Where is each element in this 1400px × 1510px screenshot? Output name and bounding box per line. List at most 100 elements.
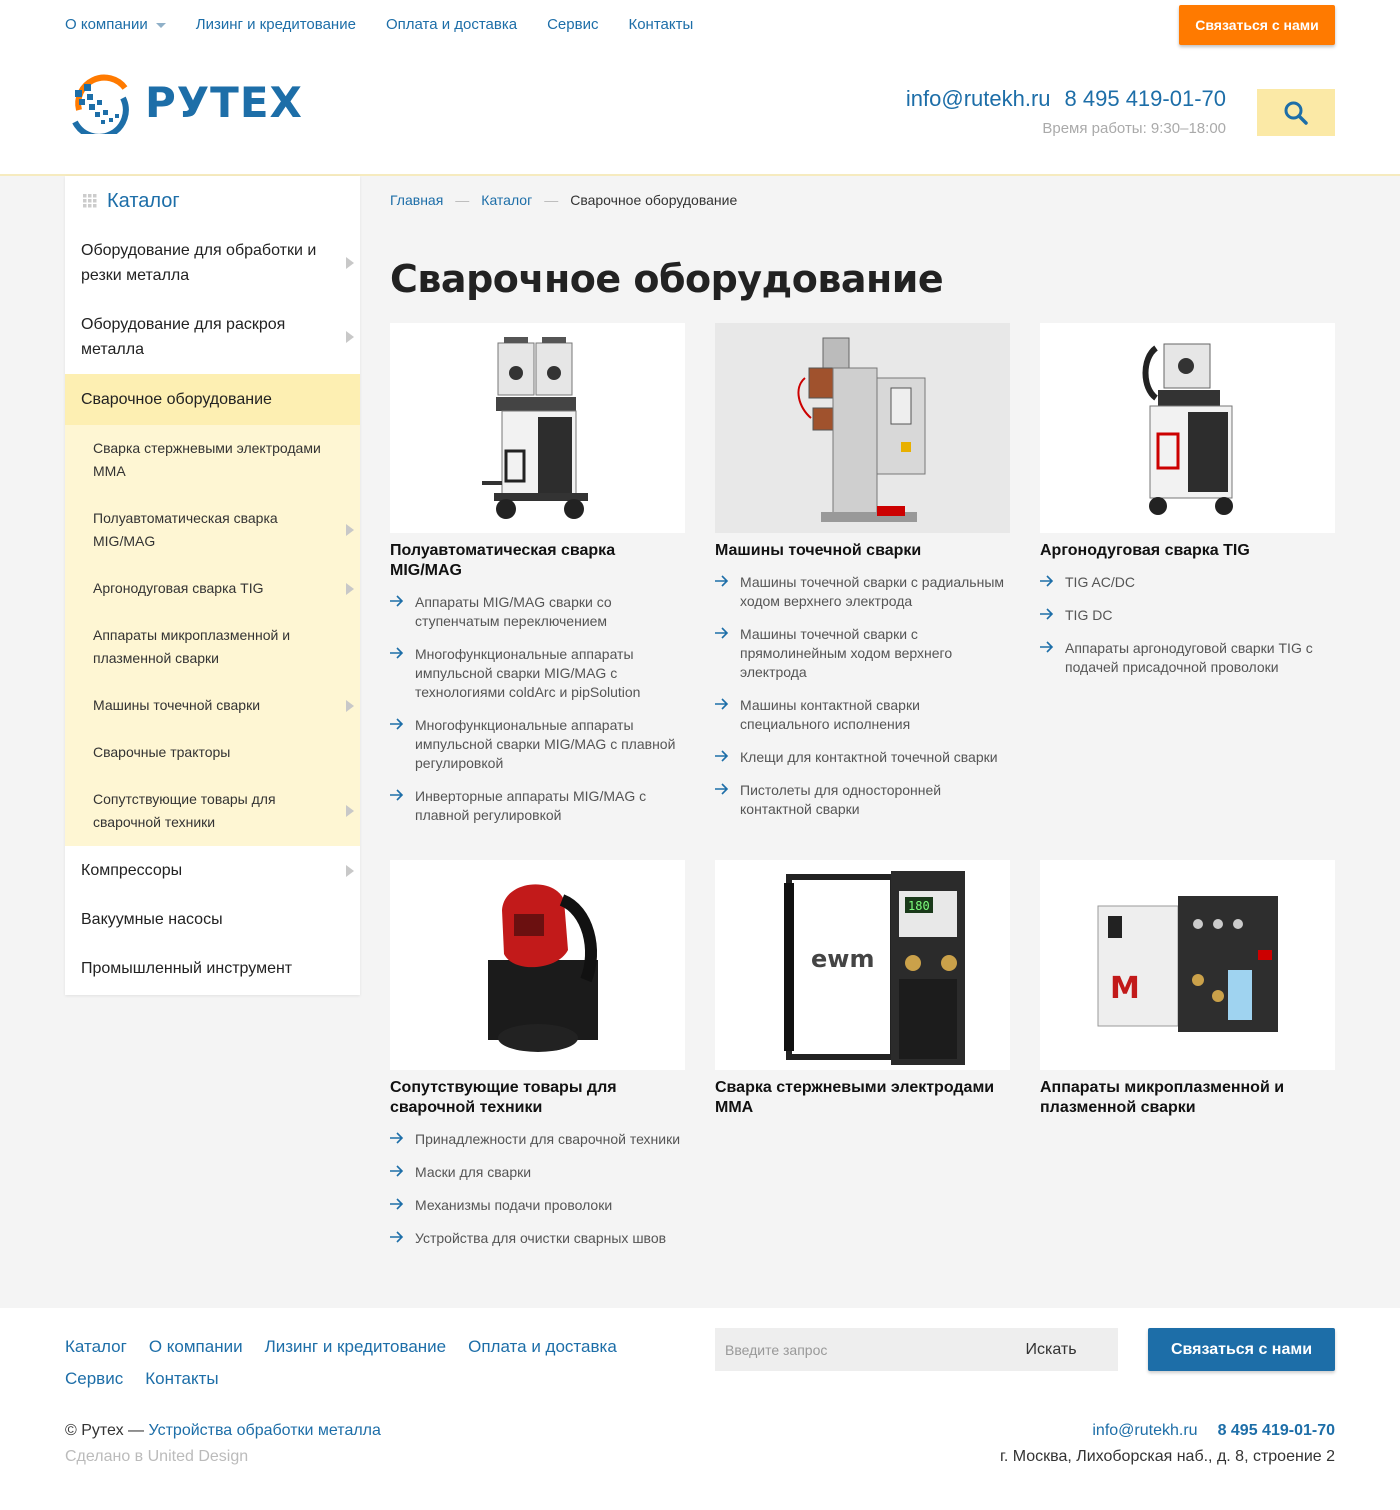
card-link[interactable]: TIG AC/DC: [1040, 573, 1335, 592]
footer-nav-about[interactable]: О компании: [149, 1336, 243, 1358]
made-by[interactable]: Сделано в United Design: [65, 1448, 248, 1466]
footer-nav-leasing[interactable]: Лизинг и кредитование: [265, 1336, 447, 1358]
mma-welder-image: 180 ewm: [783, 870, 965, 1065]
copyright-link[interactable]: Устройства обработки металла: [149, 1422, 381, 1439]
sidebar-submenu: Сварка стержневыми электродами MMA Полуа…: [65, 425, 360, 846]
card-link-label: Машины точечной сварки с радиальным ходо…: [740, 574, 1005, 609]
nav-contacts[interactable]: Контакты: [628, 16, 693, 33]
sidebar-subitem-spot[interactable]: Машины точечной сварки: [65, 682, 360, 729]
sidebar-item-label: Промышленный инструмент: [81, 960, 293, 977]
logo-emblem-icon: [72, 74, 129, 134]
card-title[interactable]: Аргонодуговая сварка TIG: [1040, 541, 1335, 561]
nav-leasing[interactable]: Лизинг и кредитование: [196, 16, 356, 33]
card-title[interactable]: Сварка стержневыми электродами MMA: [715, 1078, 1010, 1118]
card-link[interactable]: Принадлежности для сварочной техники: [390, 1130, 685, 1149]
card-title[interactable]: Сопутствующие товары для сварочной техни…: [390, 1078, 685, 1118]
chevron-right-icon: [346, 331, 354, 343]
sidebar-item-metalworking[interactable]: Оборудование для обработки и резки метал…: [65, 226, 360, 300]
card-link[interactable]: Машины контактной сварки специального ис…: [715, 696, 1010, 734]
footer-search-button[interactable]: Искать: [984, 1341, 1118, 1359]
sidebar-subitem-mma[interactable]: Сварка стержневыми электродами MMA: [65, 425, 360, 495]
arrow-right-icon: [1040, 641, 1054, 653]
sidebar-item-welding[interactable]: Сварочное оборудование: [65, 374, 360, 425]
card-link[interactable]: Аппараты MIG/MAG сварки со ступенчатым п…: [390, 593, 685, 631]
footer-email[interactable]: info@rutekh.ru: [1092, 1422, 1197, 1439]
product-image[interactable]: [715, 323, 1010, 533]
page-title: Сварочное оборудование: [390, 257, 944, 301]
sidebar-subitem-plasma[interactable]: Аппараты микроплазменной и плазменной св…: [65, 612, 360, 682]
nav-about[interactable]: О компании: [65, 16, 166, 33]
card-links: Принадлежности для сварочной техники Мас…: [390, 1130, 685, 1248]
sidebar-item-cutting[interactable]: Оборудование для раскроя металла: [65, 300, 360, 374]
card-links: TIG AC/DC TIG DC Аппараты аргонодуговой …: [1040, 573, 1335, 677]
footer-phone[interactable]: 8 495 419-01-70: [1218, 1422, 1335, 1439]
chevron-right-icon: [346, 524, 354, 536]
header-phone[interactable]: 8 495 419-01-70: [1065, 86, 1226, 111]
sidebar-item-compressors[interactable]: Компрессоры: [65, 846, 360, 895]
category-card-mma: 180 ewm Сварка стержневыми электродами M…: [715, 860, 1010, 1118]
arrow-right-icon: [715, 575, 729, 587]
card-link[interactable]: Пистолеты для односторонней контактной с…: [715, 781, 1010, 819]
header-search-button[interactable]: [1257, 89, 1335, 136]
card-title[interactable]: Машины точечной сварки: [715, 541, 1010, 561]
card-link[interactable]: Маски для сварки: [390, 1163, 685, 1182]
footer-nav-catalog[interactable]: Каталог: [65, 1336, 127, 1358]
card-link[interactable]: Механизмы подачи проволоки: [390, 1196, 685, 1215]
card-link[interactable]: Машины точечной сварки с прямолинейным х…: [715, 625, 1010, 682]
tig-welder-image: [1142, 343, 1233, 515]
m-brand-mark: M: [1110, 971, 1140, 1006]
sidebar-subitem-label: Аргонодуговая сварка TIG: [93, 580, 264, 596]
card-link[interactable]: Аппараты аргонодуговой сварки TIG с пода…: [1040, 639, 1335, 677]
footer-contact-button[interactable]: Связаться с нами: [1148, 1328, 1335, 1371]
top-nav: О компании Лизинг и кредитование Оплата …: [65, 16, 693, 33]
contact-us-button[interactable]: Связаться с нами: [1179, 5, 1335, 45]
sidebar-item-label: Вакуумные насосы: [81, 911, 223, 928]
product-image[interactable]: M: [1040, 860, 1335, 1070]
card-link[interactable]: Устройства для очистки сварных швов: [390, 1229, 685, 1248]
footer-nav-contacts[interactable]: Контакты: [145, 1368, 218, 1390]
product-image[interactable]: [390, 323, 685, 533]
card-link[interactable]: Машины точечной сварки с радиальным ходо…: [715, 573, 1010, 611]
sidebar-subitem-tig[interactable]: Аргонодуговая сварка TIG: [65, 565, 360, 612]
product-image[interactable]: [1040, 323, 1335, 533]
footer-nav-payment[interactable]: Оплата и доставка: [468, 1336, 617, 1358]
sidebar-subitem-label: Полуавтоматическая сварка MIG/MAG: [93, 510, 278, 549]
product-image[interactable]: [390, 860, 685, 1070]
sidebar-item-vacuum[interactable]: Вакуумные насосы: [65, 895, 360, 944]
header-email[interactable]: info@rutekh.ru: [906, 86, 1051, 111]
card-link[interactable]: Клещи для контактной точечной сварки: [715, 748, 1010, 767]
footer-address: г. Москва, Лихоборская наб., д. 8, строе…: [999, 1448, 1335, 1465]
sidebar-item-tools[interactable]: Промышленный инструмент: [65, 944, 360, 995]
footer-nav: Каталог О компании Лизинг и кредитование…: [65, 1336, 695, 1390]
chevron-down-icon: [155, 22, 166, 28]
sidebar-item-label: Оборудование для обработки и резки метал…: [81, 242, 317, 284]
footer-nav-service[interactable]: Сервис: [65, 1368, 123, 1390]
card-link-label: Клещи для контактной точечной сварки: [740, 749, 998, 765]
card-link[interactable]: Инверторные аппараты MIG/MAG с плавной р…: [390, 787, 685, 825]
chevron-right-icon: [346, 257, 354, 269]
footer-search-input[interactable]: [715, 1328, 984, 1371]
card-link[interactable]: Многофункциональные аппараты импульсной …: [390, 716, 685, 773]
sidebar-subitem-accessories[interactable]: Сопутствующие товары для сварочной техни…: [65, 776, 360, 846]
nav-service[interactable]: Сервис: [547, 16, 598, 33]
breadcrumb-home[interactable]: Главная: [390, 192, 443, 208]
arrow-right-icon: [390, 1231, 404, 1243]
nav-payment[interactable]: Оплата и доставка: [386, 16, 517, 33]
breadcrumb-catalog[interactable]: Каталог: [481, 192, 532, 208]
arrow-right-icon: [1040, 608, 1054, 620]
card-link-label: Принадлежности для сварочной техники: [415, 1131, 681, 1147]
card-link[interactable]: TIG DC: [1040, 606, 1335, 625]
logo[interactable]: РУТЕХ: [65, 70, 303, 134]
card-link-label: Аппараты аргонодуговой сварки TIG с пода…: [1065, 640, 1313, 675]
sidebar-subitem-mig-mag[interactable]: Полуавтоматическая сварка MIG/MAG: [65, 495, 360, 565]
card-link-label: Устройства для очистки сварных швов: [415, 1230, 667, 1246]
card-links: Аппараты MIG/MAG сварки со ступенчатым п…: [390, 593, 685, 825]
card-link[interactable]: Многофункциональные аппараты импульсной …: [390, 645, 685, 702]
sidebar-subitem-tractors[interactable]: Сварочные тракторы: [65, 729, 360, 776]
site-header: О компании Лизинг и кредитование Оплата …: [0, 0, 1400, 176]
product-image[interactable]: 180 ewm: [715, 860, 1010, 1070]
card-title[interactable]: Полуавтоматическая сварка MIG/MAG: [390, 541, 685, 581]
copyright: © Рутех — Устройства обработки металла: [65, 1422, 381, 1440]
card-link-label: Машины точечной сварки с прямолинейным х…: [740, 626, 953, 680]
card-title[interactable]: Аппараты микроплазменной и плазменной св…: [1040, 1078, 1335, 1118]
